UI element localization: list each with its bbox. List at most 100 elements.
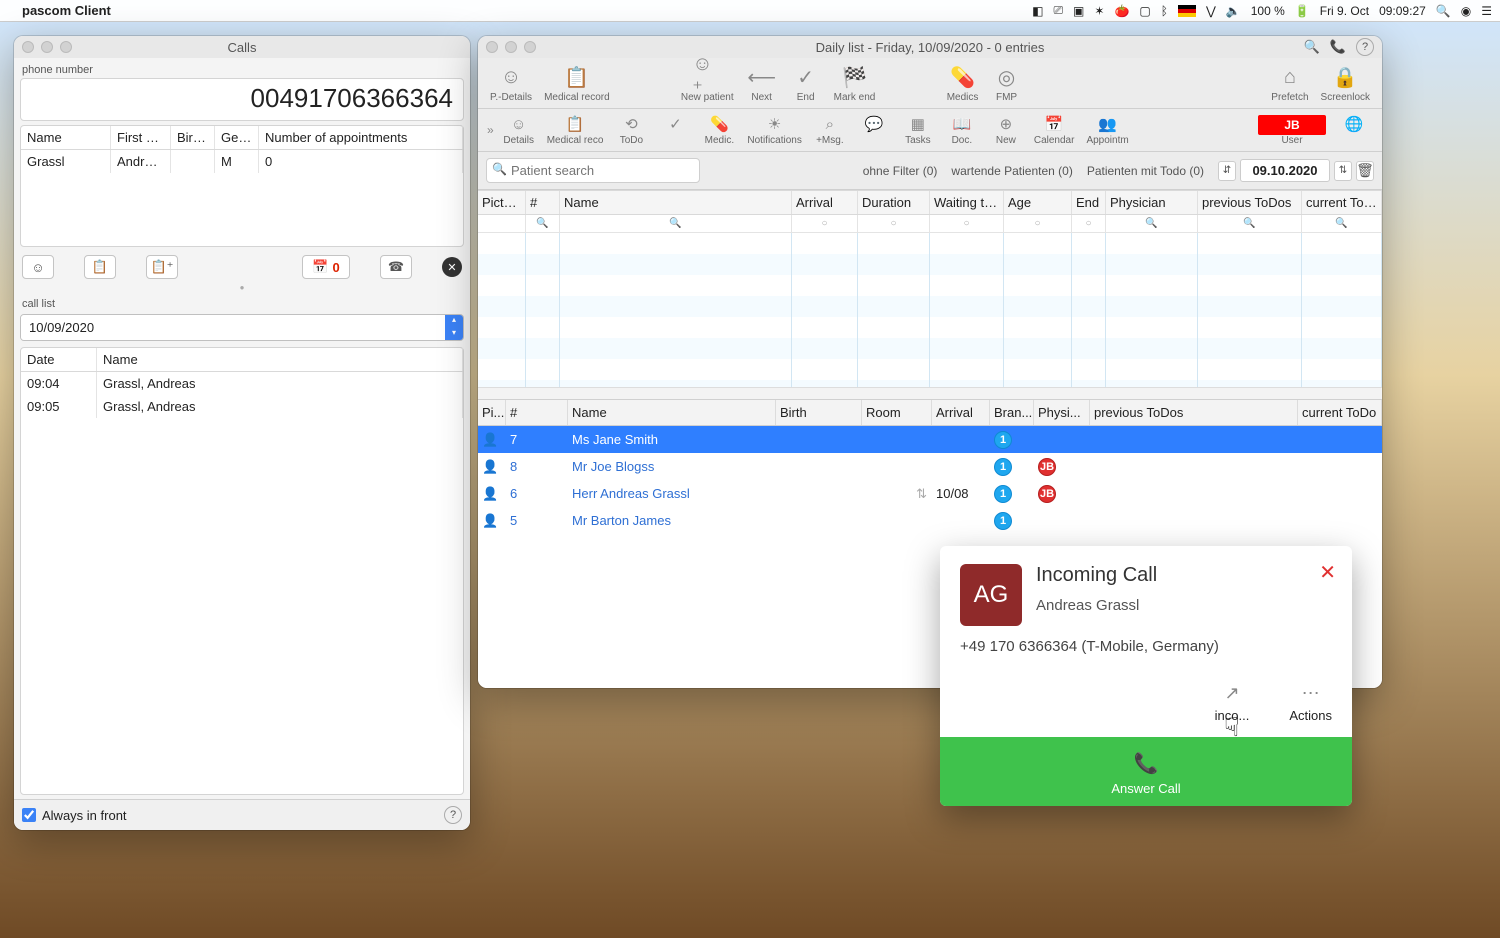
volume-icon[interactable]: 🔈 [1226,4,1241,18]
spotlight-icon[interactable]: 🔍 [1436,4,1451,18]
tool-prefetch[interactable]: ⌂Prefetch [1265,60,1314,105]
tool-screenlock[interactable]: 🔒Screenlock [1315,60,1376,105]
tool-pdetails[interactable]: ☺P.-Details [484,60,538,105]
calls-titlebar[interactable]: Calls [14,36,470,58]
col-appointments[interactable]: Number of appointments [259,126,463,149]
close-icon[interactable]: ✕ [1319,560,1336,585]
col-firstname[interactable]: First na... [111,126,171,149]
col-name[interactable]: Name [21,126,111,149]
close-icon[interactable]: ✕ [442,257,462,277]
tool-globe[interactable]: 🌐 [1332,111,1376,148]
call-row[interactable]: 09:04 Grassl, Andreas [21,372,463,395]
patient-row[interactable]: 👤 6 Herr Andreas Grassl ⇅ 10/08 1 JB [478,480,1382,507]
person-icon: 👤 [478,429,506,451]
tray-icon[interactable]: ⎚ [1053,3,1063,18]
col-birth[interactable]: Birth... [171,126,215,149]
menubar-time[interactable]: 09:09:27 [1379,4,1426,18]
daily-date-input[interactable] [1240,159,1330,182]
tray-icon[interactable]: 🍅 [1114,4,1129,18]
calls-title: Calls [14,40,470,55]
phone-icon: 📞 [940,751,1352,776]
tool-end[interactable]: ✓End [784,60,828,105]
help-icon[interactable]: ? [444,806,462,824]
tool-medic2[interactable]: 💊Medic. [697,111,741,148]
phone-mini-icon[interactable]: 📞 [1330,39,1346,55]
tool-msg[interactable]: ⌕+Msg. [808,111,852,148]
bluetooth-icon[interactable]: ᛒ [1161,4,1168,18]
tool-medics[interactable]: 💊Medics [941,60,985,105]
col-name[interactable]: Name [97,348,463,371]
battery-icon[interactable]: 🔋 [1295,4,1310,18]
date-stepper-icon[interactable]: ⇅ [1334,161,1352,181]
tool-calendar[interactable]: 📅Calendar [1028,111,1081,148]
clipboard-icon[interactable]: 📋 [84,255,116,279]
search-icon[interactable]: 🔍 [1304,39,1320,55]
h-scrollbar[interactable] [478,387,1382,399]
phone-number-label: phone number [14,58,470,78]
app-name[interactable]: pascom Client [22,3,111,18]
date-selector[interactable]: ▴▾ [20,314,464,341]
airplay-icon[interactable]: ▢ [1139,4,1150,18]
incoming-call-popup: ✕ AG Incoming Call Andreas Grassl +49 17… [940,546,1352,806]
answer-call-button[interactable]: 📞 Answer Call [940,737,1352,806]
notifications-icon[interactable]: ☰ [1481,4,1492,18]
patient-row[interactable]: 👤 8 Mr Joe Blogss 1 JB [478,453,1382,480]
clipboard-add-icon[interactable]: 📋⁺ [146,255,178,279]
date-step-down-icon[interactable]: ▾ [445,328,463,341]
actions-button[interactable]: ⋯ Actions [1289,683,1332,723]
tray-icon[interactable]: ▣ [1073,4,1084,18]
tray-icon[interactable]: ✶ [1094,4,1104,18]
daily-grid: Picture # Name Arrival Duration Waiting … [478,190,1382,399]
more-icon: ⋯ [1302,683,1320,704]
calendar-count-button[interactable]: 📅 0 [302,255,350,279]
flag-de-icon[interactable] [1178,5,1196,17]
sort-toggle-icon[interactable]: ⇵ [1218,161,1236,181]
filter-nofilter[interactable]: ohne Filter (0) [863,164,938,178]
patient-search[interactable]: 🔍 [486,158,700,183]
expand-icon[interactable]: » [484,123,497,137]
col-date[interactable]: Date [21,348,97,371]
person-icon: 👤 [478,456,506,478]
tool-fmp[interactable]: ◎FMP [985,60,1029,105]
tool-chat[interactable]: 💬 [852,111,896,148]
patient-row[interactable]: 👤 7 Ms Jane Smith 1 [478,426,1382,453]
tool-todo[interactable]: ⟲ToDo [609,111,653,148]
tool-new[interactable]: ⊕New [984,111,1028,148]
date-selected[interactable] [21,315,445,340]
tool-markend[interactable]: 🏁Mark end [828,60,882,105]
tool-tasks[interactable]: ▦Tasks [896,111,940,148]
wifi-icon[interactable]: ⋁ [1206,4,1216,18]
phone-number-value: 00491706366364 [20,78,464,121]
date-step-up-icon[interactable]: ▴ [445,315,463,328]
siri-icon[interactable]: ◉ [1461,4,1471,18]
tool-medrecord2[interactable]: 📋Medical reco [541,111,610,148]
tool-medrecord[interactable]: 📋Medical record [538,60,616,105]
patient-row[interactable]: 👤 5 Mr Barton James 1 [478,507,1382,534]
tool-doc[interactable]: 📖Doc. [940,111,984,148]
tool-user[interactable]: JBUser [1252,113,1332,148]
phone-icon[interactable]: ☎ [380,255,412,279]
tool-appointm[interactable]: 👥Appointm [1080,111,1134,148]
tool-notifications[interactable]: ☀Notifications [741,111,807,148]
primary-toolbar: ☺P.-Details 📋Medical record ☺⁺New patien… [478,58,1382,109]
avatar: AG [960,564,1022,626]
tool-next[interactable]: ⟵Next [740,60,784,105]
always-in-front-checkbox[interactable]: Always in front [22,808,127,823]
help-icon[interactable]: ? [1356,38,1374,56]
patient-search-input[interactable] [486,158,700,183]
daily-titlebar[interactable]: Daily list - Friday, 10/09/2020 - 0 entr… [478,36,1382,58]
filter-todo[interactable]: Patienten mit Todo (0) [1087,164,1204,178]
trash-icon[interactable]: 🗑 [1356,161,1374,181]
menubar-date[interactable]: Fri 9. Oct [1320,4,1369,18]
tool-details[interactable]: ☺Details [497,111,541,148]
macos-menubar: pascom Client ◧ ⎚ ▣ ✶ 🍅 ▢ ᛒ ⋁ 🔈 100 % 🔋 … [0,0,1500,22]
filter-waiting[interactable]: wartende Patienten (0) [951,164,1072,178]
contact-row[interactable]: Grassl Andreas M 0 [21,150,463,173]
col-gender[interactable]: Gen... [215,126,259,149]
tray-icon[interactable]: ◧ [1032,4,1043,18]
person-icon[interactable]: ☺ [22,255,54,279]
tool-todo-check[interactable]: ✓ [653,111,697,148]
open-external-button[interactable]: ↗ inco... [1215,683,1250,723]
tool-newpatient[interactable]: ☺⁺New patient [675,60,740,105]
call-row[interactable]: 09:05 Grassl, Andreas [21,395,463,418]
